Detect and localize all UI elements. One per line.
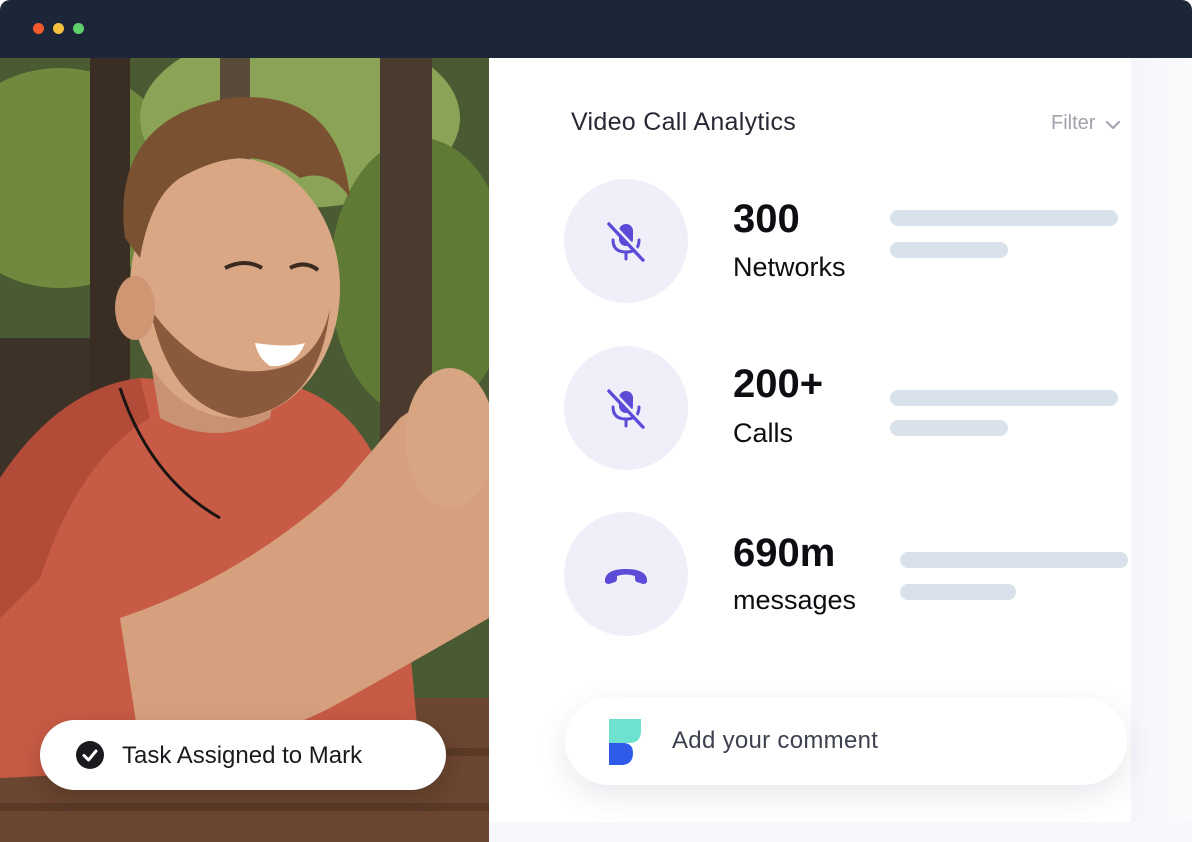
comment-placeholder: Add your comment (672, 727, 879, 754)
stat-value: 300 (733, 197, 800, 241)
panel-bottom-edge (489, 822, 1192, 842)
placeholder-bar (900, 584, 1016, 600)
phone-hangup-icon (605, 569, 647, 584)
placeholder-bar (890, 420, 1008, 436)
title-bar (0, 0, 1192, 58)
filter-label: Filter (1051, 112, 1096, 134)
stat-icon-circle (564, 346, 688, 470)
minimize-button[interactable] (53, 23, 64, 34)
placeholder-bar (890, 210, 1118, 226)
chevron-down-icon (1105, 116, 1121, 132)
placeholder-bar (890, 390, 1118, 406)
panel-title: Video Call Analytics (571, 108, 797, 136)
task-assigned-text: Task Assigned to Mark (122, 742, 363, 769)
stat-value: 690m (733, 531, 836, 575)
mic-off-icon (607, 220, 647, 262)
panel-shadow (1131, 58, 1192, 842)
check-circle-icon (76, 741, 104, 769)
brand-logo-icon (609, 719, 641, 765)
app-window: Task Assigned to Mark Video Call Analyti… (0, 0, 1192, 842)
comment-input[interactable]: Add your comment (565, 697, 1127, 785)
mic-off-icon (607, 387, 647, 429)
stat-value: 200+ (733, 362, 824, 406)
stat-label: Calls (733, 418, 794, 448)
maximize-button[interactable] (73, 23, 84, 34)
close-button[interactable] (33, 23, 44, 34)
placeholder-bar (890, 242, 1008, 258)
stat-label: messages (733, 585, 857, 615)
stat-icon-circle (564, 179, 688, 303)
stat-label: Networks (733, 252, 846, 282)
placeholder-bar (900, 552, 1128, 568)
stat-icon-circle (564, 512, 688, 636)
task-assigned-badge: Task Assigned to Mark (40, 720, 446, 790)
filter-dropdown[interactable]: Filter (1051, 112, 1121, 135)
